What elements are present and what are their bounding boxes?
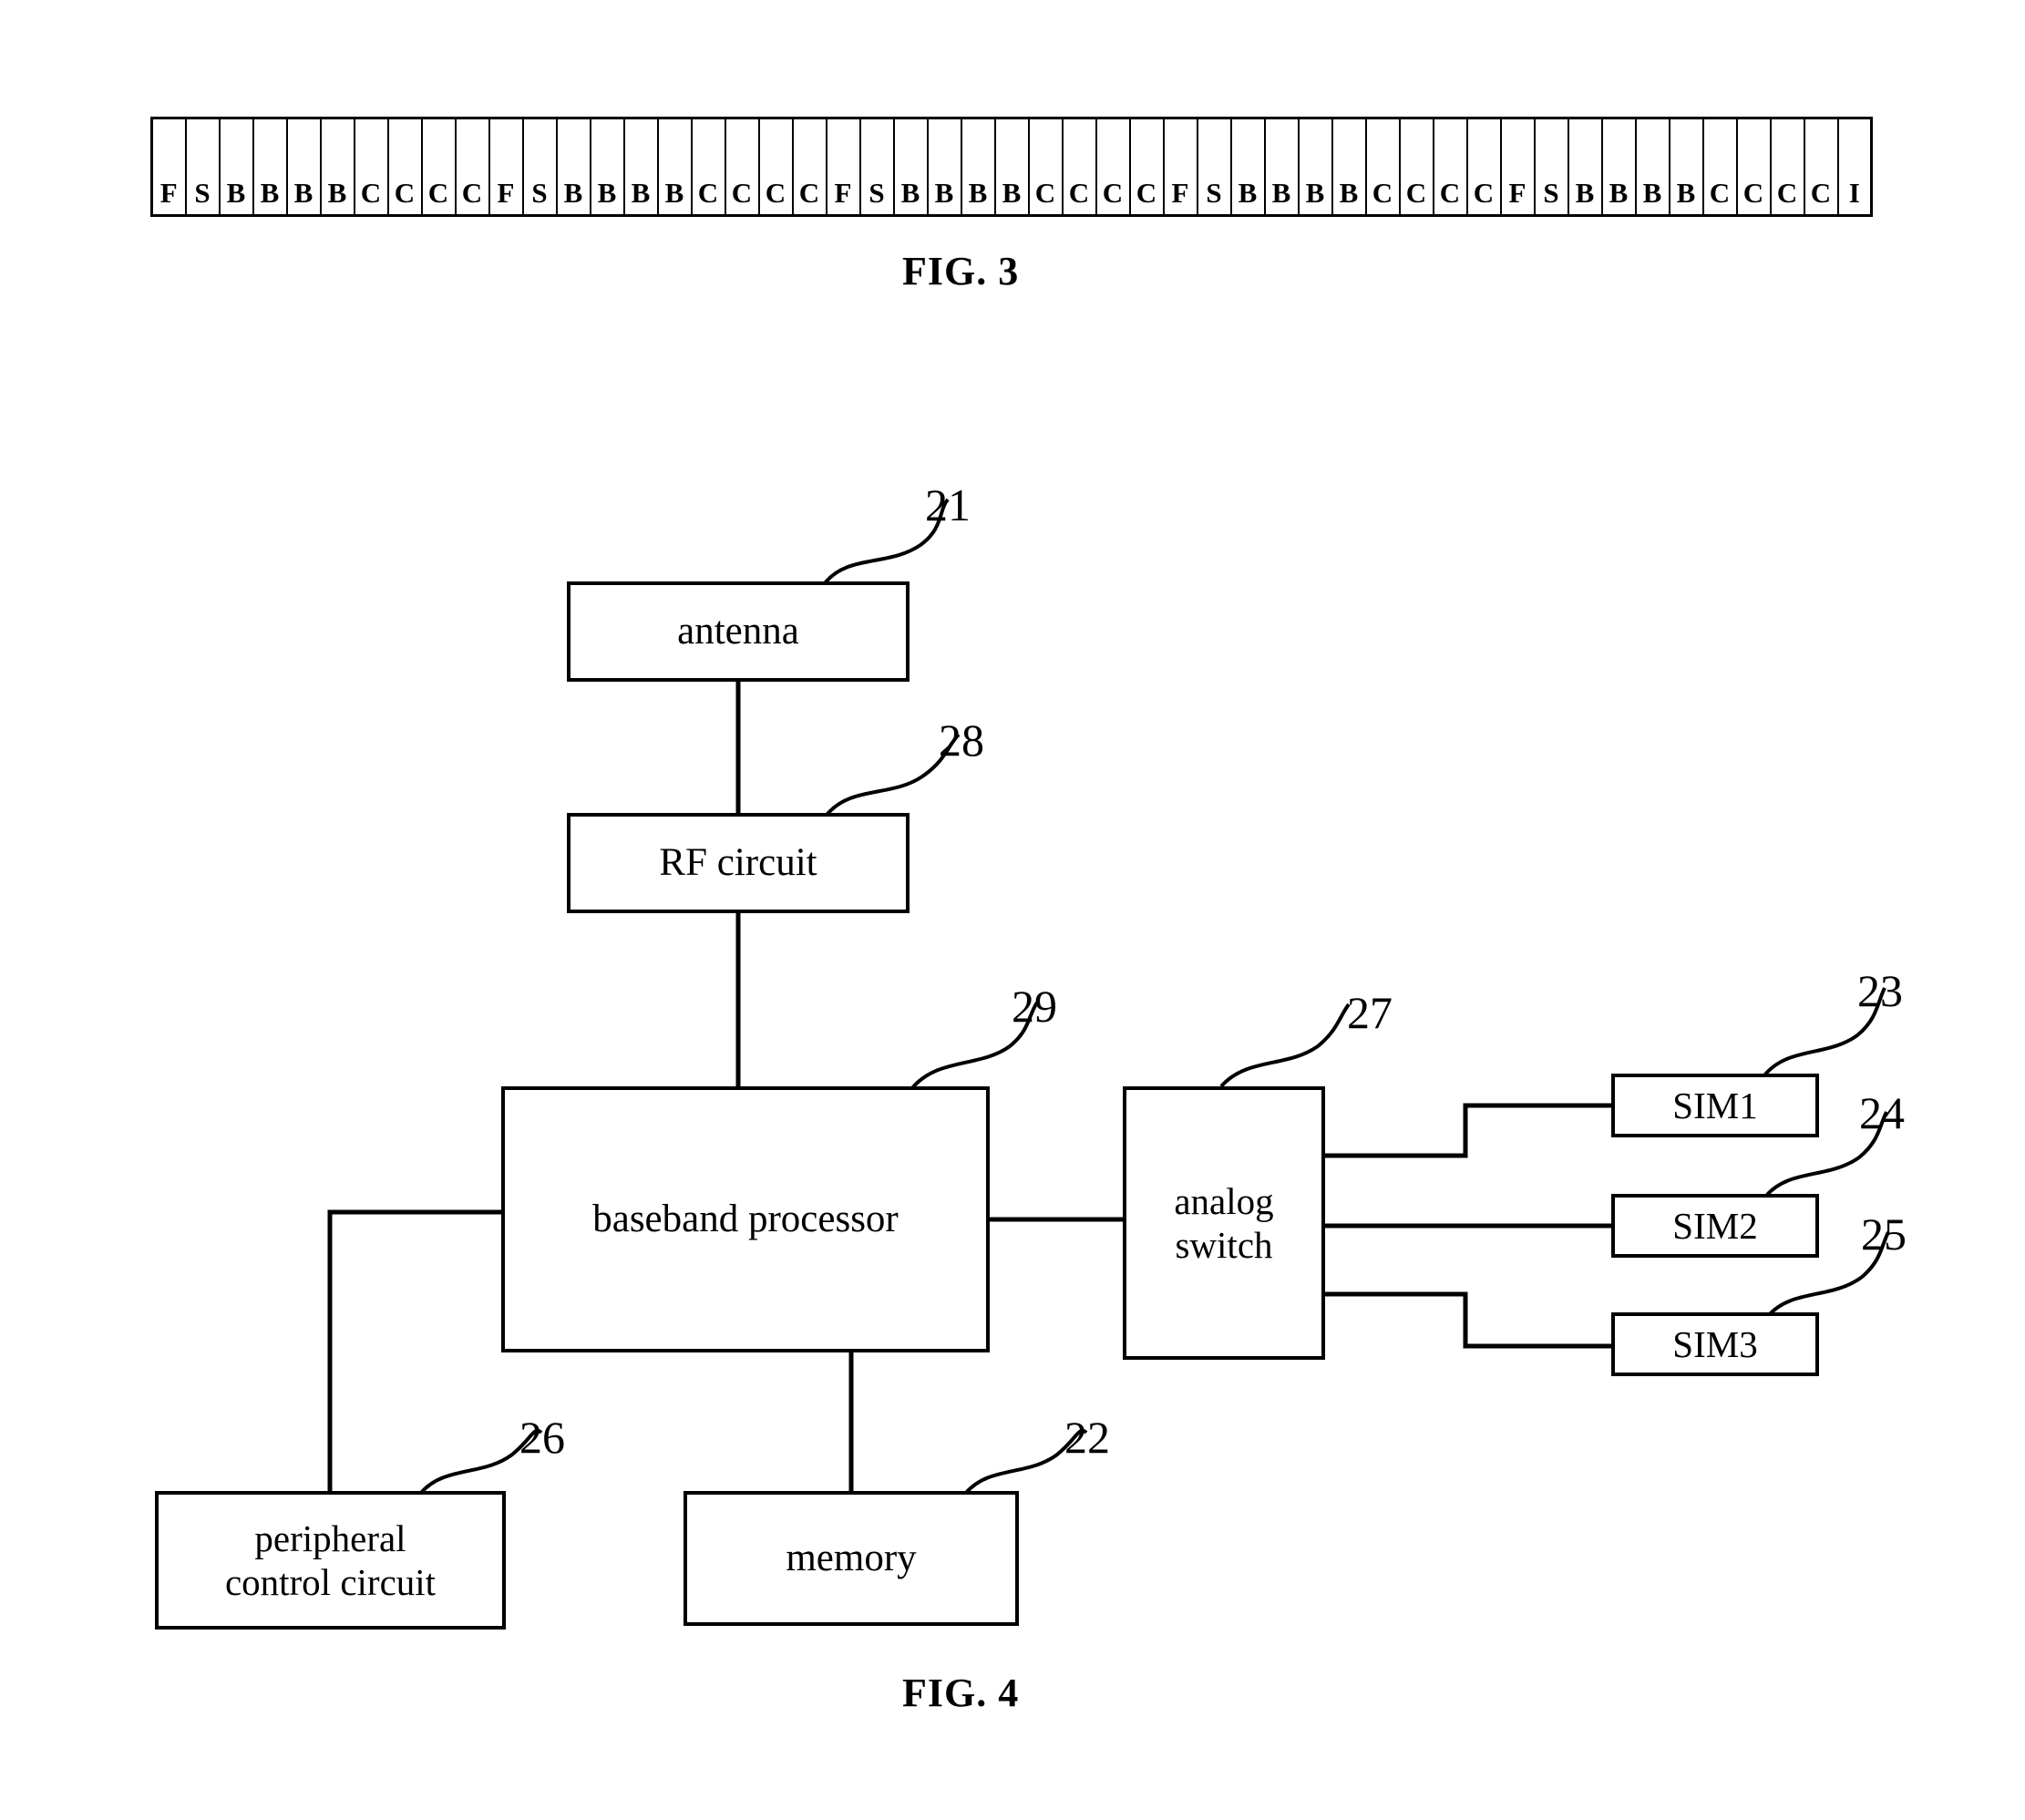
line-baseband-peripheral bbox=[327, 1209, 501, 1491]
block-peripheral-control-circuit[interactable]: peripheral control circuit bbox=[155, 1491, 506, 1630]
reference-numeral-26: 26 bbox=[519, 1412, 565, 1463]
block-peripheral-label-line1: peripheral bbox=[254, 1517, 406, 1559]
block-analog-switch[interactable]: analog switch bbox=[1123, 1086, 1325, 1360]
block-antenna-label: antenna bbox=[677, 609, 799, 653]
block-peripheral-label-line2: control circuit bbox=[224, 1561, 437, 1603]
block-analog-switch-label-line1: analog bbox=[1174, 1179, 1274, 1222]
line-analog-sim3 bbox=[1325, 1291, 1611, 1349]
reference-numeral-25: 25 bbox=[1861, 1208, 1907, 1260]
block-analog-switch-label-line2: switch bbox=[1175, 1224, 1273, 1266]
block-sim1-label: SIM1 bbox=[1672, 1084, 1758, 1126]
reference-numeral-23: 23 bbox=[1857, 965, 1903, 1016]
reference-numeral-27: 27 bbox=[1347, 987, 1393, 1038]
block-sim3-label: SIM3 bbox=[1672, 1322, 1758, 1365]
figure-4-caption: FIG. 4 bbox=[902, 1671, 1020, 1715]
reference-numeral-24: 24 bbox=[1859, 1087, 1905, 1138]
block-antenna[interactable]: antenna bbox=[567, 581, 910, 682]
block-memory[interactable]: memory bbox=[684, 1491, 1019, 1626]
block-sim3[interactable]: SIM3 bbox=[1611, 1312, 1819, 1376]
block-sim1[interactable]: SIM1 bbox=[1611, 1074, 1819, 1137]
reference-numeral-28: 28 bbox=[939, 715, 984, 766]
reference-numeral-21: 21 bbox=[925, 479, 971, 530]
block-sim2-label: SIM2 bbox=[1672, 1204, 1758, 1247]
reference-numeral-22: 22 bbox=[1064, 1412, 1110, 1463]
block-sim2[interactable]: SIM2 bbox=[1611, 1194, 1819, 1258]
block-rf-circuit-label: RF circuit bbox=[659, 840, 817, 884]
fig4-block-diagram: antenna RF circuit baseband processor an… bbox=[0, 0, 2025, 1820]
block-baseband-processor[interactable]: baseband processor bbox=[501, 1086, 990, 1352]
reference-numeral-29: 29 bbox=[1012, 981, 1057, 1032]
block-rf-circuit[interactable]: RF circuit bbox=[567, 813, 910, 913]
block-memory-label: memory bbox=[786, 1536, 917, 1579]
leader-27 bbox=[1219, 1003, 1351, 1088]
block-baseband-processor-label: baseband processor bbox=[592, 1197, 899, 1240]
line-analog-sim1 bbox=[1325, 1103, 1611, 1158]
